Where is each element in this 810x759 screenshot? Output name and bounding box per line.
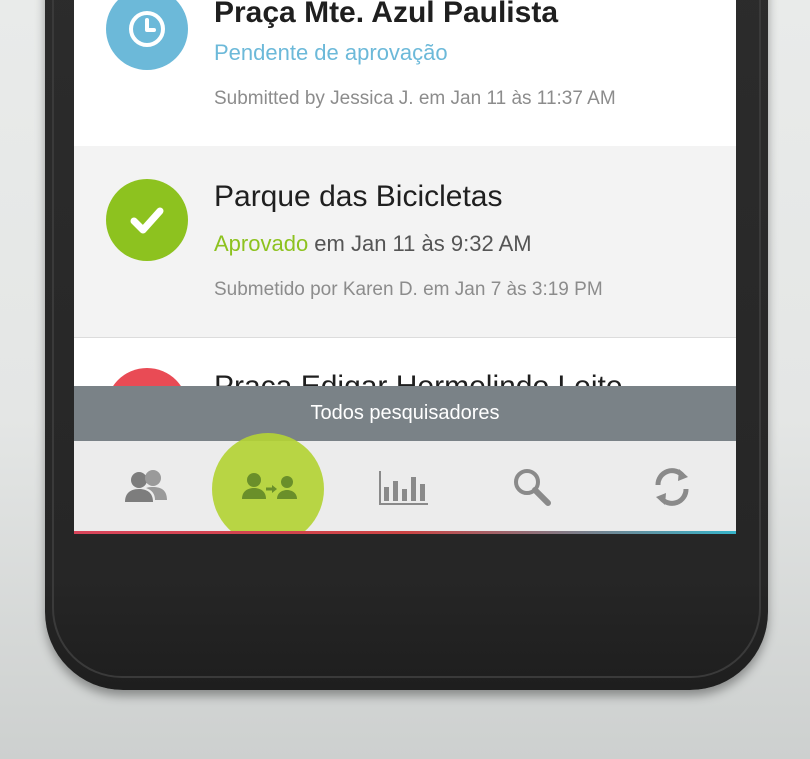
banner-text: Todos pesquisadores bbox=[310, 402, 500, 424]
search-icon bbox=[514, 469, 551, 506]
nav-statistics[interactable] bbox=[354, 441, 454, 533]
place-title: Praça Mte. Azul Paulista bbox=[214, 0, 559, 29]
bottom-nav bbox=[74, 433, 736, 533]
nav-assign-users[interactable] bbox=[219, 441, 319, 533]
users-icon bbox=[125, 470, 167, 502]
screen-edge-strip bbox=[74, 531, 736, 534]
status-pending: Pendente de aprovação bbox=[214, 40, 448, 65]
refresh-icon bbox=[655, 468, 689, 506]
list-item[interactable]: Parque das Bicicletas Aprovado em Jan 11… bbox=[74, 146, 736, 338]
app-screen: Praça Mte. Azul Paulista Pendente de apr… bbox=[74, 0, 736, 533]
check-icon bbox=[106, 179, 188, 261]
place-title: Parque das Bicicletas bbox=[214, 180, 503, 213]
filter-banner: Todos pesquisadores bbox=[74, 386, 736, 441]
status-approved: Aprovado bbox=[214, 231, 309, 256]
status-line: Aprovado em Jan 11 às 9:32 AM bbox=[214, 231, 532, 257]
clock-icon bbox=[106, 0, 188, 70]
nav-sync[interactable] bbox=[622, 441, 722, 533]
bar-chart-icon bbox=[379, 471, 428, 505]
approval-date: em Jan 11 às 9:32 AM bbox=[308, 231, 532, 256]
list-item[interactable]: Praça Mte. Azul Paulista Pendente de apr… bbox=[74, 0, 736, 147]
submission-meta: Submitted by Jessica J. em Jan 11 às 11:… bbox=[214, 88, 616, 109]
nav-users[interactable] bbox=[96, 441, 196, 533]
nav-search[interactable] bbox=[482, 441, 582, 533]
submission-meta: Submetido por Karen D. em Jan 7 às 3:19 … bbox=[214, 279, 603, 300]
assign-users-icon bbox=[242, 473, 297, 499]
